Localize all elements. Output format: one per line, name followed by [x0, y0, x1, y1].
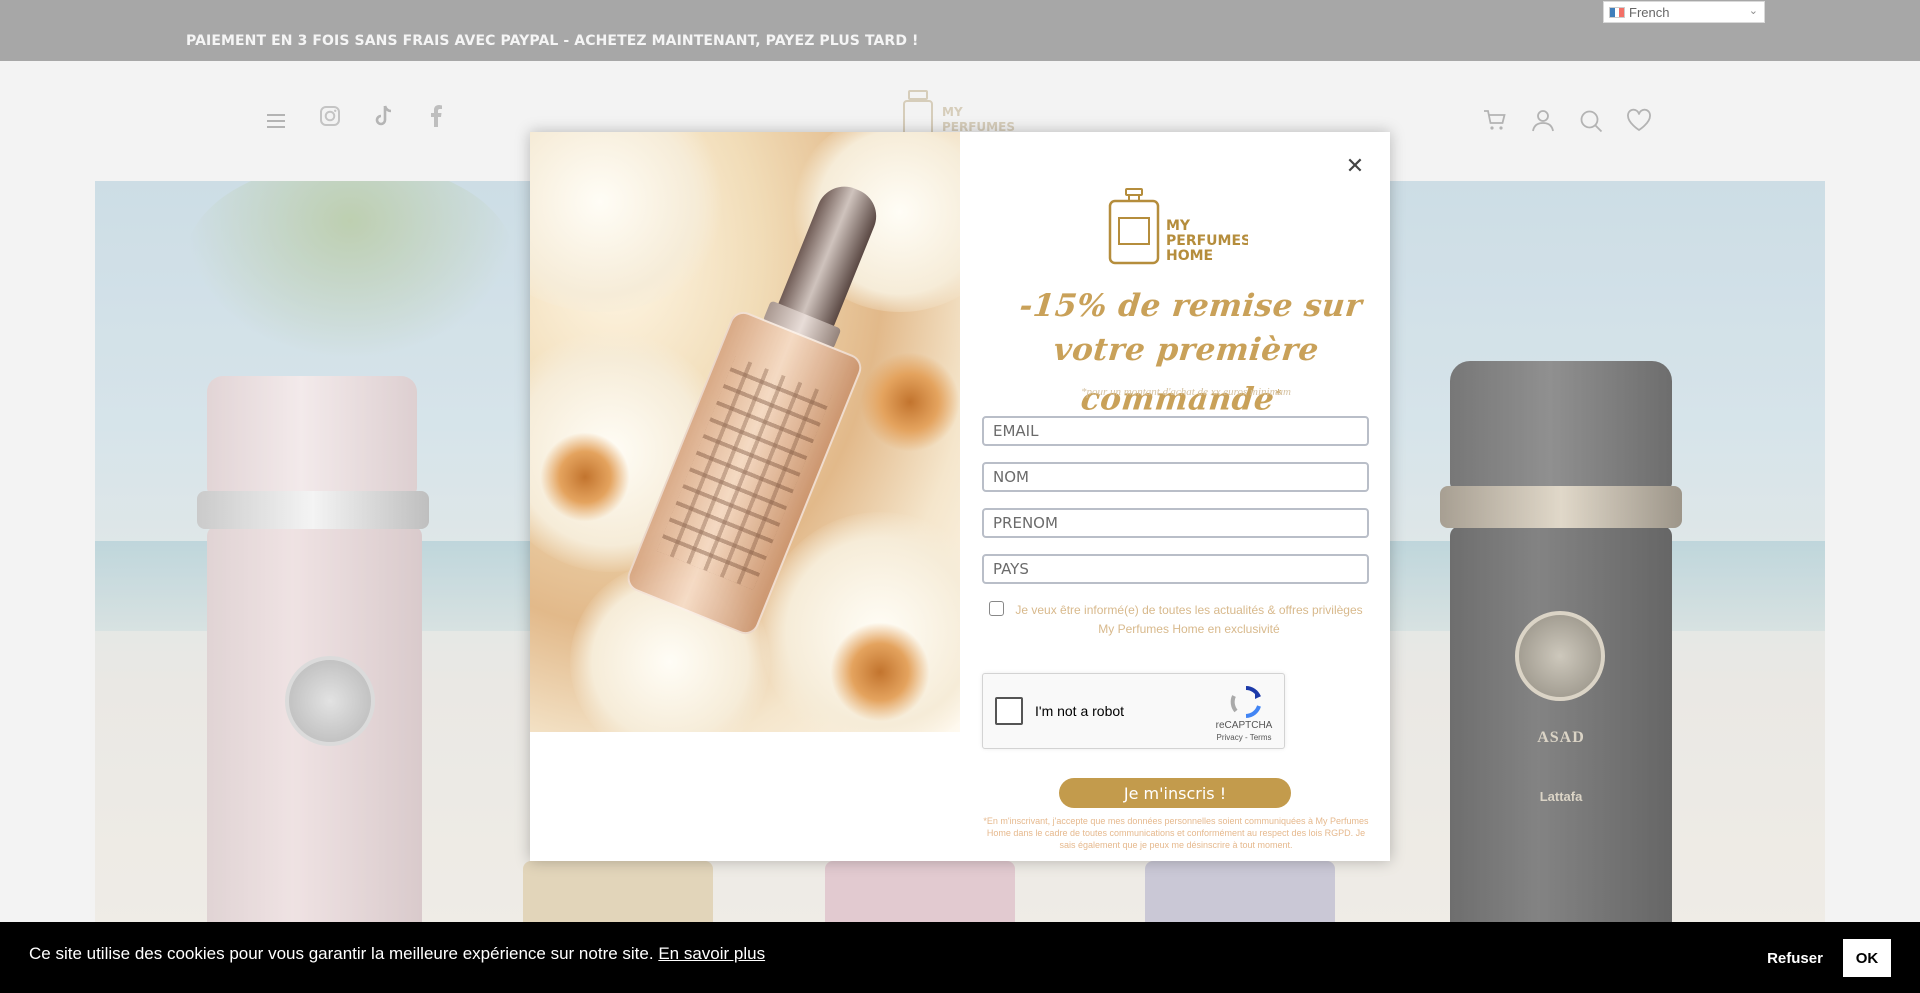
flower-stamen — [540, 432, 630, 522]
consent-line2: My Perfumes Home en exclusivité — [1098, 622, 1280, 636]
flower-stamen — [830, 622, 930, 722]
popup-logo-line3: HOME — [1166, 248, 1213, 264]
recaptcha-label: I'm not a robot — [1035, 703, 1125, 719]
cookie-message: Ce site utilise des cookies pour vous ga… — [29, 944, 765, 964]
flower-stamen — [860, 352, 960, 452]
popup-logo-line2: PERFUMES — [1166, 233, 1248, 249]
prenom-field[interactable] — [982, 508, 1369, 538]
consent-line1: Je veux être informé(e) de toutes les ac… — [1015, 603, 1363, 617]
popup-logo-line1: MY — [1166, 218, 1191, 234]
gdpr-legal-text: *En m'inscrivant, j'accepte que mes donn… — [983, 816, 1369, 850]
recaptcha-checkbox[interactable] — [995, 697, 1023, 725]
headline-line1: -15% de remise sur — [1017, 288, 1364, 324]
popup-logo: MY PERFUMES HOME — [1108, 188, 1248, 265]
subscribe-button[interactable]: Je m'inscris ! — [1059, 778, 1291, 808]
cookie-consent-bar: Ce site utilise des cookies pour vous ga… — [0, 922, 1920, 993]
email-field[interactable] — [982, 416, 1369, 446]
recaptcha-privacy-terms-link[interactable]: Privacy - Terms — [1208, 733, 1280, 742]
flower — [530, 132, 730, 312]
newsletter-consent-text: Je veux être informé(e) de toutes les ac… — [1004, 601, 1374, 639]
learn-more-link[interactable]: En savoir plus — [658, 944, 765, 963]
cookie-message-text: Ce site utilise des cookies pour vous ga… — [29, 944, 654, 963]
discount-condition-note: *pour un montant d'achat de xx euros min… — [1080, 386, 1291, 398]
discount-headline: -15% de remise sur votre première comman… — [979, 284, 1393, 421]
recaptcha-brand: reCAPTCHA — [1215, 720, 1273, 731]
popup-perfume-image — [530, 132, 960, 732]
newsletter-consent-checkbox[interactable] — [989, 601, 1004, 616]
newsletter-popup: ✕ MY PERFUMES HOME -15% de remise sur vo… — [530, 132, 1390, 861]
bottle-cap — [776, 178, 885, 331]
close-icon[interactable]: ✕ — [1342, 153, 1368, 179]
accept-cookies-button[interactable]: OK — [1843, 939, 1891, 977]
refuse-cookies-button[interactable]: Refuser — [1748, 939, 1842, 977]
recaptcha-icon — [1230, 686, 1261, 718]
nom-field[interactable] — [982, 462, 1369, 492]
headline-line2: votre première commande — [1051, 332, 1321, 418]
recaptcha-widget: I'm not a robot reCAPTCHA Privacy - Term… — [982, 673, 1285, 749]
pays-field[interactable] — [982, 554, 1369, 584]
